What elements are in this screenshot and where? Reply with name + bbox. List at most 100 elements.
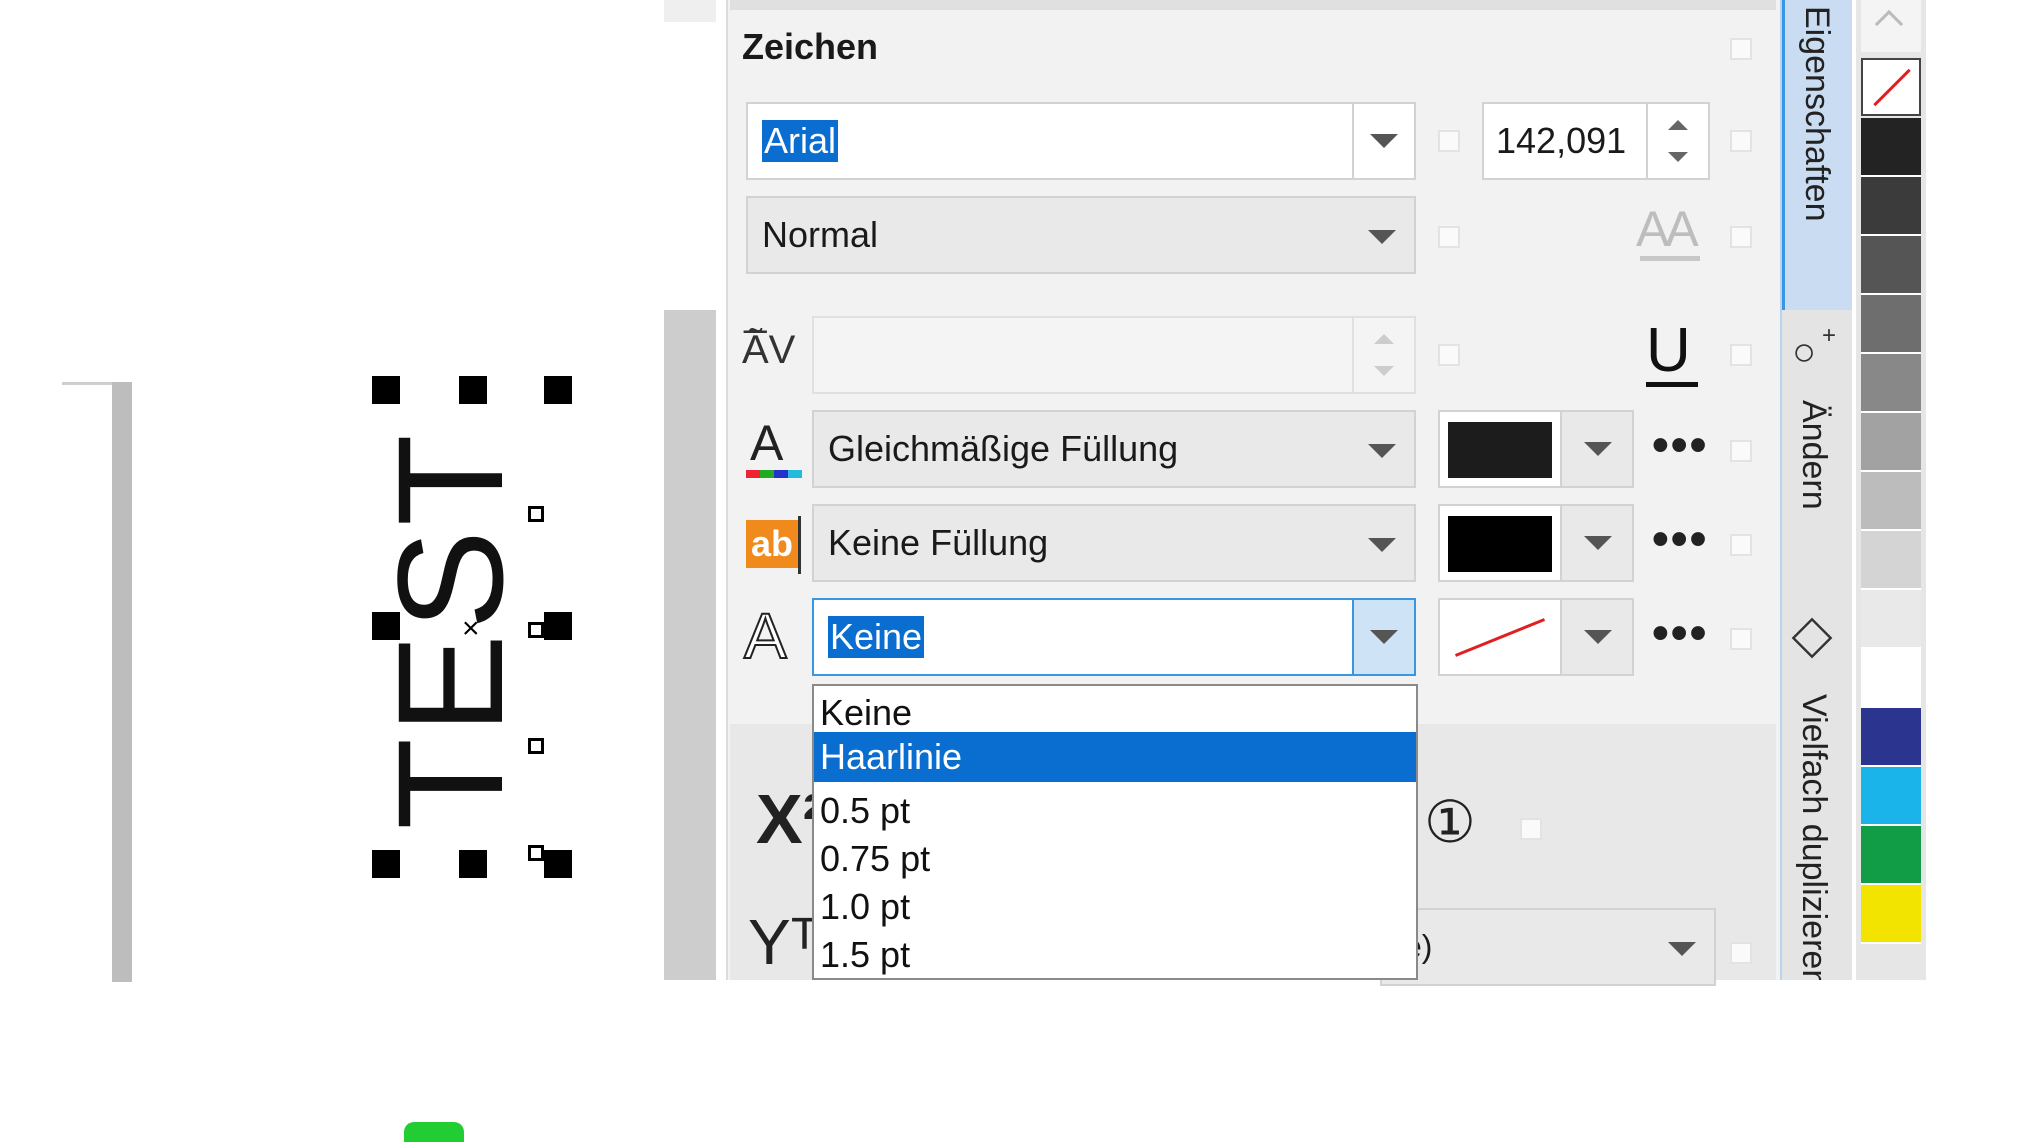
tab-properties[interactable]: Eigenschaften: [1782, 0, 1852, 310]
spin-up-icon[interactable]: [1668, 120, 1688, 130]
kerning-spinbox[interactable]: [812, 316, 1416, 394]
duplicate-icon: [1791, 617, 1833, 659]
palette-color-swatch[interactable]: [1861, 236, 1921, 295]
caps-icon[interactable]: AA: [1636, 200, 1699, 258]
palette-color-swatch[interactable]: [1861, 354, 1921, 413]
text-node-handle[interactable]: [528, 622, 544, 638]
baseline-checkbox[interactable]: [1730, 942, 1752, 964]
caps-checkbox[interactable]: [1730, 226, 1752, 248]
background-fill-value: Keine Füllung: [828, 522, 1049, 563]
selection-handle-tc[interactable]: [459, 376, 487, 404]
palette-color-swatch[interactable]: [1861, 413, 1921, 472]
baseline-combobox[interactable]: e): [1380, 908, 1716, 986]
font-style-checkbox[interactable]: [1438, 226, 1460, 248]
palette-color-swatch[interactable]: [1861, 708, 1921, 767]
palette-color-swatch[interactable]: [1861, 826, 1921, 885]
kerning-checkbox[interactable]: [1438, 344, 1460, 366]
palette-color-swatch[interactable]: [1861, 472, 1921, 531]
spin-down-icon[interactable]: [1668, 152, 1688, 162]
selection-handle-tr[interactable]: [544, 376, 572, 404]
spin-up-icon[interactable]: [1374, 334, 1394, 344]
font-size-value: 142,091: [1496, 120, 1627, 161]
green-shape[interactable]: [404, 1122, 464, 1142]
font-size-spinbox[interactable]: 142,091: [1482, 102, 1710, 180]
palette-color-swatch[interactable]: [1861, 177, 1921, 236]
dropdown-option-highlighted[interactable]: Haarlinie: [814, 732, 1416, 782]
font-style-combobox[interactable]: Normal: [746, 196, 1416, 274]
selection-handle-bl[interactable]: [372, 850, 400, 878]
font-name-combobox[interactable]: Arial: [746, 102, 1416, 180]
outline-checkbox[interactable]: [1730, 628, 1752, 650]
underline-icon[interactable]: U: [1646, 320, 1691, 382]
text-node-handle[interactable]: [528, 738, 544, 754]
section-checkbox[interactable]: [1730, 38, 1752, 60]
palette-color-swatch[interactable]: [1861, 118, 1921, 177]
dropdown-option[interactable]: Keine: [820, 692, 912, 734]
background-fill-icon: ab: [746, 520, 798, 568]
bg-fill-color-picker[interactable]: [1438, 504, 1634, 582]
no-color-swatch[interactable]: [1861, 58, 1921, 116]
palette-color-swatch[interactable]: [1861, 590, 1921, 649]
background-fill-combobox[interactable]: Keine Füllung: [812, 504, 1416, 582]
palette-color-swatch[interactable]: [1861, 531, 1921, 590]
baseline-icon[interactable]: Yᵀ: [748, 910, 818, 974]
palette-color-swatch[interactable]: [1861, 767, 1921, 826]
dropdown-option[interactable]: 0.5 pt: [820, 790, 910, 832]
tab-duplicate[interactable]: Vielfach duplizieren: [1782, 614, 1852, 980]
outline-icon: A: [743, 600, 788, 672]
bg-fill-dropdown-button[interactable]: [1560, 506, 1632, 580]
ordinal-checkbox[interactable]: [1520, 818, 1542, 840]
shape-change-plus-icon: +: [1822, 322, 1837, 349]
chevron-down-icon: [1370, 134, 1398, 148]
font-name-lock-checkbox[interactable]: [1438, 130, 1460, 152]
kerning-spin-buttons[interactable]: [1352, 318, 1414, 392]
bg-fill-settings-button[interactable]: •••: [1652, 516, 1708, 564]
caps-icon-underline: [1640, 256, 1700, 261]
outline-settings-button[interactable]: •••: [1652, 610, 1708, 658]
text-node-handle[interactable]: [528, 845, 544, 861]
ordinal-icon[interactable]: ①: [1424, 794, 1476, 852]
outline-color-picker[interactable]: [1438, 598, 1634, 676]
tab-change[interactable]: ○ + Ändern: [1782, 322, 1852, 586]
tab-duplicate-label: Vielfach duplizieren: [1795, 694, 1833, 980]
text-fill-icon-colors: [746, 470, 802, 478]
outline-color-dropdown-button[interactable]: [1560, 600, 1632, 674]
text-node-handle[interactable]: [528, 506, 544, 522]
font-style-value: Normal: [762, 214, 879, 255]
outline-width-dropdown-list[interactable]: Keine Haarlinie 0.5 pt 0.75 pt 1.0 pt 1.…: [812, 684, 1418, 980]
font-size-checkbox[interactable]: [1730, 130, 1752, 152]
selection-handle-mr[interactable]: [544, 612, 572, 640]
selection-handle-ml[interactable]: [372, 612, 400, 640]
dropdown-option[interactable]: 0.75 pt: [820, 838, 930, 880]
fill-type-combobox[interactable]: Gleichmäßige Füllung: [812, 410, 1416, 488]
selection-handle-tl[interactable]: [372, 376, 400, 404]
spin-buttons[interactable]: [1646, 104, 1708, 178]
selection-handle-bc[interactable]: [459, 850, 487, 878]
outline-dropdown-button[interactable]: [1352, 600, 1414, 674]
dropdown-option[interactable]: 1.5 pt: [820, 934, 910, 976]
fill-checkbox[interactable]: [1730, 440, 1752, 462]
bg-fill-checkbox[interactable]: [1730, 534, 1752, 556]
canvas-scrollbar-track[interactable]: [664, 310, 716, 980]
fill-settings-button[interactable]: •••: [1652, 422, 1708, 470]
dropdown-option-label: Haarlinie: [820, 736, 963, 777]
palette-color-swatch[interactable]: [1861, 295, 1921, 354]
canvas-top-button[interactable]: [664, 0, 716, 22]
chevron-down-icon: [1368, 230, 1396, 244]
palette-color-swatch[interactable]: [1861, 649, 1921, 708]
center-marker-icon: ×: [462, 612, 480, 645]
font-name-dropdown-button[interactable]: [1352, 104, 1414, 178]
chevron-down-icon: [1584, 630, 1612, 644]
fill-color-dropdown-button[interactable]: [1560, 412, 1632, 486]
underline-checkbox[interactable]: [1730, 344, 1752, 366]
fill-color-picker[interactable]: [1438, 410, 1634, 488]
chevron-up-icon: [1874, 9, 1904, 39]
dropdown-option[interactable]: 1.0 pt: [820, 886, 910, 928]
selection-handle-br[interactable]: [544, 850, 572, 878]
palette-color-swatch[interactable]: [1861, 885, 1921, 944]
outline-width-combobox[interactable]: Keine: [812, 598, 1416, 676]
palette-scroll-up-button[interactable]: [1861, 0, 1921, 52]
bg-fill-color-swatch: [1448, 516, 1552, 572]
spin-down-icon[interactable]: [1374, 366, 1394, 376]
fill-type-value: Gleichmäßige Füllung: [828, 428, 1179, 469]
